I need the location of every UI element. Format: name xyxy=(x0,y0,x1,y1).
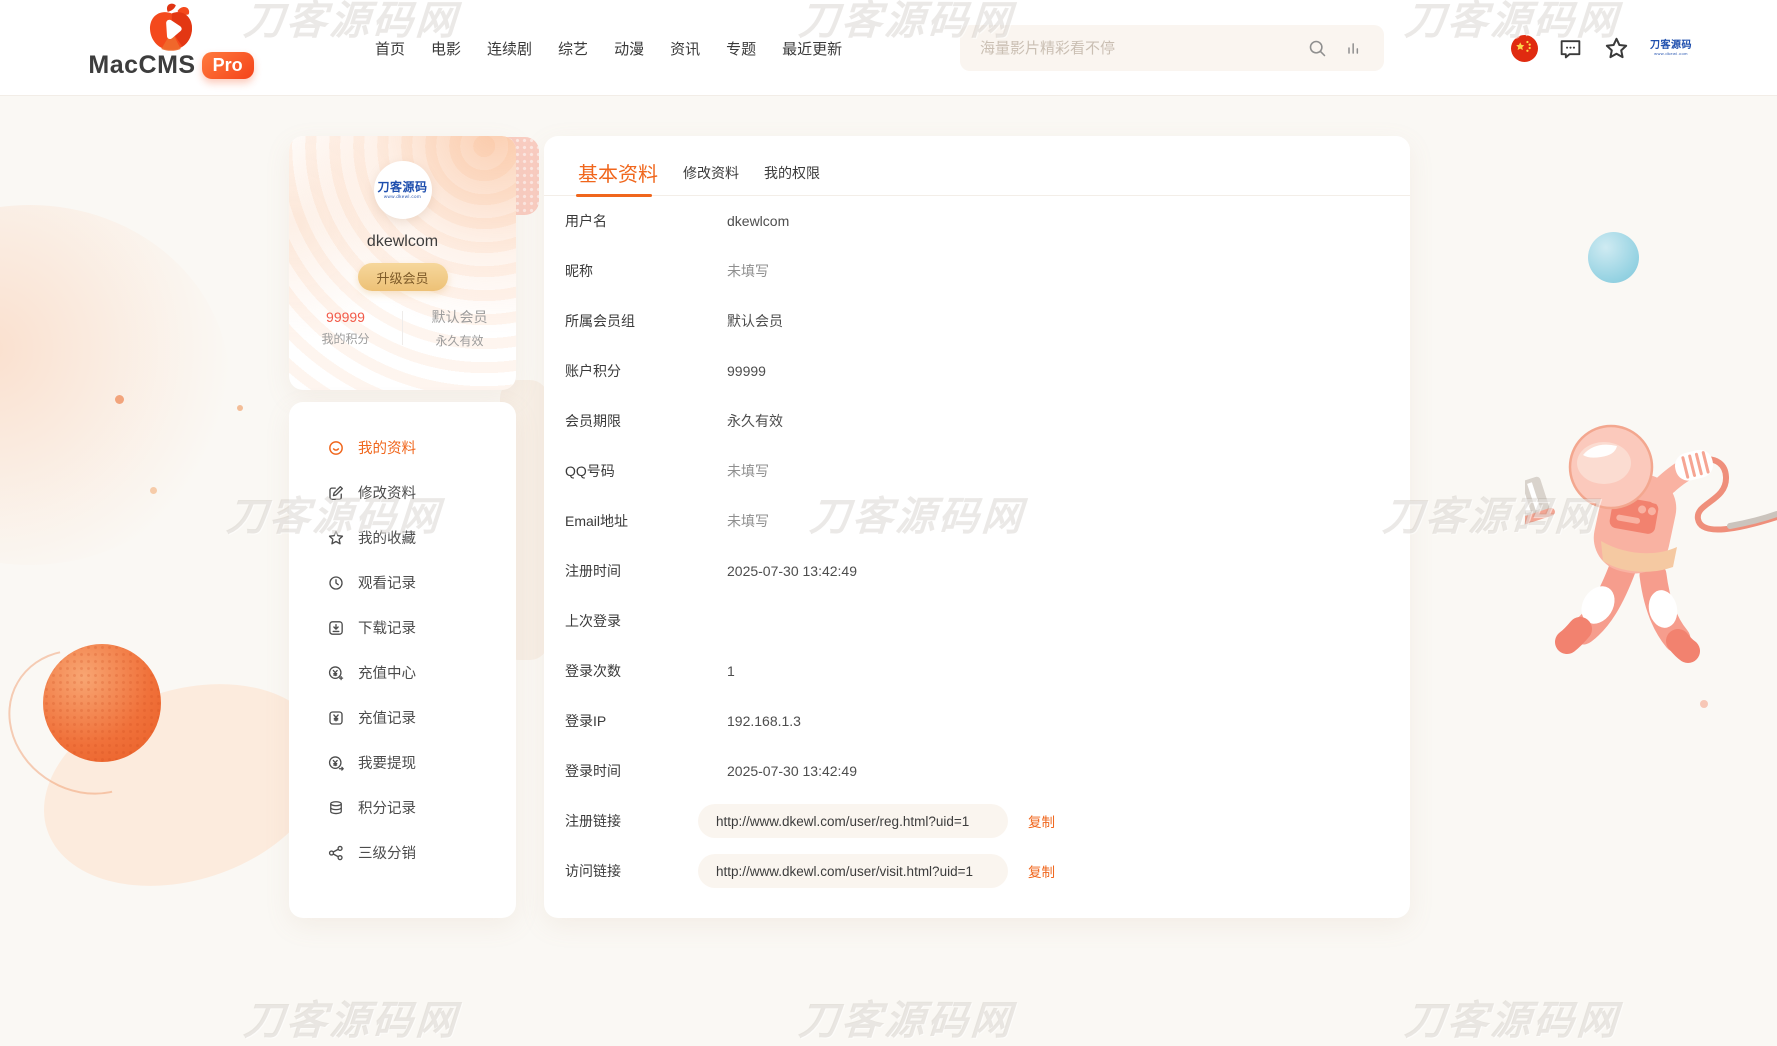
edit-icon xyxy=(327,484,345,502)
profile-row-register-link: 注册链接 复制 xyxy=(544,796,1410,846)
search-input[interactable] xyxy=(980,40,1307,57)
profile-row-member-group: 所属会员组 默认会员 xyxy=(544,296,1410,346)
header-actions: 刀客源码 www.dkewl.com xyxy=(1511,0,1692,96)
decor-dot xyxy=(237,405,243,411)
astronaut-illustration xyxy=(1525,415,1777,665)
sidebar-item-withdraw[interactable]: 我要提现 xyxy=(289,740,516,785)
main-nav: 首页 电影 连续剧 综艺 动漫 资讯 专题 最近更新 xyxy=(375,0,842,96)
decor-blob-topleft xyxy=(0,205,230,565)
recharge-record-icon xyxy=(327,709,345,727)
decor-dot xyxy=(115,395,124,404)
search-bar xyxy=(960,25,1384,71)
decor-teal-planet xyxy=(1588,232,1639,283)
user-summary-card: 刀客源码 www.dkewl.com dkewlcom 升级会员 99999 我… xyxy=(289,136,516,390)
sidebar-item-points-records[interactable]: 积分记录 xyxy=(289,785,516,830)
brand-badge: Pro xyxy=(202,52,254,79)
sidebar-item-favorites[interactable]: 我的收藏 xyxy=(289,515,516,560)
sidebar-item-download-history[interactable]: 下载记录 xyxy=(289,605,516,650)
decor-orbit-ring xyxy=(0,621,190,822)
profile-row-login-count: 登录次数 1 xyxy=(544,646,1410,696)
avatar[interactable]: 刀客源码 www.dkewl.com xyxy=(374,161,432,219)
top-header: MacCMS Pro 首页 电影 连续剧 综艺 动漫 资讯 专题 最近更新 xyxy=(0,0,1777,96)
nav-item-latest[interactable]: 最近更新 xyxy=(782,38,842,59)
sidebar-item-distribution[interactable]: 三级分销 xyxy=(289,830,516,875)
nav-item-topics[interactable]: 专题 xyxy=(726,38,756,59)
nav-item-movies[interactable]: 电影 xyxy=(431,38,461,59)
profile-row-last-login: 上次登录 xyxy=(544,596,1410,646)
visit-link-input[interactable] xyxy=(698,854,1008,888)
profile-row-login-ip: 登录IP 192.168.1.3 xyxy=(544,696,1410,746)
profile-row-username: 用户名 dkewlcom xyxy=(544,196,1410,246)
brand-name: MacCMS xyxy=(88,51,195,80)
profile-row-visit-link: 访问链接 复制 xyxy=(544,846,1410,896)
profile-row-member-term: 会员期限 永久有效 xyxy=(544,396,1410,446)
china-flag-icon[interactable] xyxy=(1511,35,1538,62)
watermark: 刀客源码网 xyxy=(1381,484,1600,542)
profile-row-register-time: 注册时间 2025-07-30 13:42:49 xyxy=(544,546,1410,596)
sidebar-item-my-profile[interactable]: 我的资料 xyxy=(289,425,516,470)
decor-dot xyxy=(1700,700,1708,708)
download-icon xyxy=(327,619,345,637)
ranking-bars-icon[interactable] xyxy=(1344,38,1364,58)
dkewl-mini-logo[interactable]: 刀客源码 www.dkewl.com xyxy=(1650,41,1692,56)
nav-item-anime[interactable]: 动漫 xyxy=(614,38,644,59)
copy-register-link-button[interactable]: 复制 xyxy=(1028,811,1055,831)
user-stats: 99999 我的积分 默认会员 永久有效 xyxy=(289,307,516,349)
tab-basic-info[interactable]: 基本资料 xyxy=(578,158,658,195)
copy-visit-link-button[interactable]: 复制 xyxy=(1028,861,1055,881)
clock-icon xyxy=(327,574,345,592)
sidebar-item-recharge-center[interactable]: 充值中心 xyxy=(289,650,516,695)
profile-tabs: 基本资料 修改资料 我的权限 xyxy=(544,136,1410,196)
decor-dot xyxy=(150,487,157,494)
sidebar-menu: 我的资料 修改资料 我的收藏 观看记录 下载记录 充值中心 充值记录 我要提现 … xyxy=(289,402,516,918)
site-logo[interactable]: MacCMS Pro xyxy=(96,3,246,80)
stat-member-group: 默认会员 永久有效 xyxy=(403,307,516,349)
sidebar-item-recharge-records[interactable]: 充值记录 xyxy=(289,695,516,740)
profile-row-qq: QQ号码 未填写 xyxy=(544,446,1410,496)
tab-my-permissions[interactable]: 我的权限 xyxy=(764,163,820,195)
nav-item-news[interactable]: 资讯 xyxy=(670,38,700,59)
profile-row-points: 账户积分 99999 xyxy=(544,346,1410,396)
profile-panel: 基本资料 修改资料 我的权限 用户名 dkewlcom 昵称 未填写 所属会员组… xyxy=(544,136,1410,918)
profile-row-nickname: 昵称 未填写 xyxy=(544,246,1410,296)
message-bubble-icon[interactable] xyxy=(1558,36,1583,61)
profile-row-email: Email地址 未填写 xyxy=(544,496,1410,546)
tab-edit-info[interactable]: 修改资料 xyxy=(683,163,739,195)
upgrade-member-button[interactable]: 升级会员 xyxy=(358,263,448,291)
sidebar-item-watch-history[interactable]: 观看记录 xyxy=(289,560,516,605)
watermark: 刀客源码网 xyxy=(797,988,1016,1046)
search-icon[interactable] xyxy=(1307,38,1328,59)
watermark: 刀客源码网 xyxy=(242,988,461,1046)
apple-logo-icon xyxy=(145,3,197,53)
decor-orange-sphere xyxy=(43,644,161,762)
withdraw-icon xyxy=(327,754,345,772)
profile-smiley-icon xyxy=(327,439,345,457)
nav-item-series[interactable]: 连续剧 xyxy=(487,38,532,59)
star-icon xyxy=(327,529,345,547)
stat-points: 99999 我的积分 xyxy=(289,309,402,347)
profile-row-login-time: 登录时间 2025-07-30 13:42:49 xyxy=(544,746,1410,796)
nav-item-variety[interactable]: 综艺 xyxy=(558,38,588,59)
sidebar-item-edit-profile[interactable]: 修改资料 xyxy=(289,470,516,515)
nav-item-home[interactable]: 首页 xyxy=(375,38,405,59)
share-icon xyxy=(327,844,345,862)
register-link-input[interactable] xyxy=(698,804,1008,838)
points-database-icon xyxy=(327,799,345,817)
favorite-star-icon[interactable] xyxy=(1603,35,1630,62)
recharge-center-icon xyxy=(327,664,345,682)
username: dkewlcom xyxy=(367,233,438,251)
watermark: 刀客源码网 xyxy=(1403,988,1622,1046)
